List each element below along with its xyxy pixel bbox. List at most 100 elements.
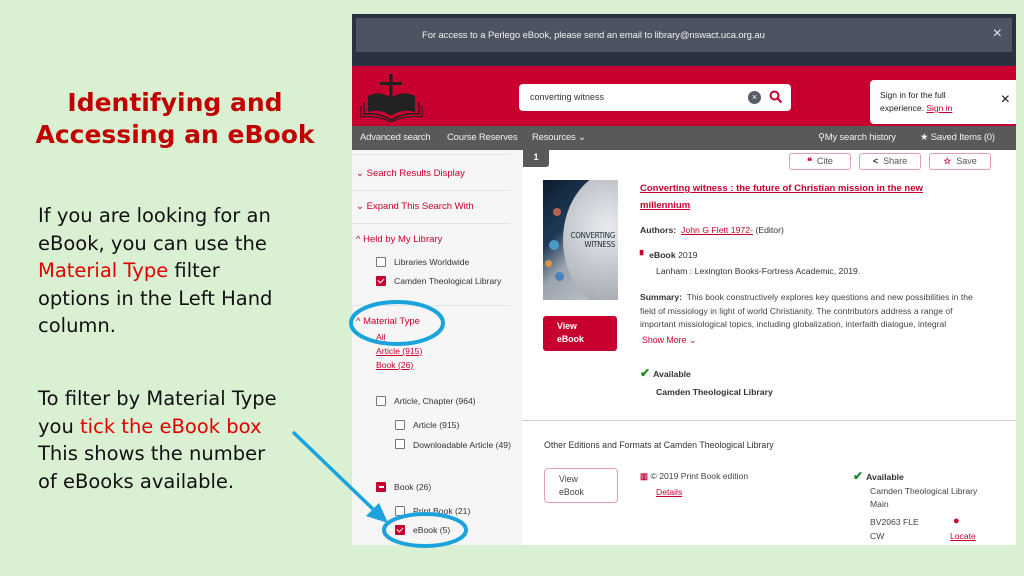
- facet-search-results-display[interactable]: ⌄ Search Results Display: [356, 168, 465, 179]
- search-input[interactable]: converting witness ×: [519, 84, 791, 111]
- share-icon: <: [872, 156, 879, 166]
- facet-label: Search Results Display: [366, 168, 465, 179]
- nav-bar: Advanced search Course Reserves Resource…: [352, 126, 1016, 150]
- nav-saved-items-label: Saved Items (0): [930, 132, 995, 143]
- filter-libraries-worldwide[interactable]: Libraries Worldwide: [376, 257, 469, 267]
- nav-course-reserves[interactable]: Course Reserves: [447, 132, 518, 143]
- filter-article-chapter[interactable]: Article, Chapter (964): [376, 396, 476, 406]
- chevron-down-icon: ⌄: [356, 201, 367, 212]
- cite-button[interactable]: ❝ Cite: [789, 153, 851, 170]
- nav-resources-label: Resources: [532, 132, 576, 143]
- quote-icon: ❝: [807, 156, 812, 166]
- check-icon: ✔: [640, 366, 651, 380]
- library-catalog-screenshot: For access to a Perlego eBook, please se…: [352, 14, 1016, 545]
- availability-status: ✔ Available: [640, 366, 691, 380]
- format-label: eBook: [649, 250, 676, 260]
- checkbox[interactable]: [395, 506, 405, 516]
- facet-sidebar: ⌄ Search Results Display ⌄ Expand This S…: [352, 150, 522, 545]
- checkbox[interactable]: [395, 420, 405, 430]
- para2-line: of eBooks available.: [38, 469, 235, 493]
- summary: Summary: This book constructively explor…: [640, 291, 988, 332]
- share-button[interactable]: < Share: [859, 153, 921, 170]
- search-value[interactable]: converting witness: [530, 92, 604, 102]
- other-editions-heading: Other Editions and Formats at Camden The…: [544, 440, 774, 450]
- filter-ebook[interactable]: eBook (5): [395, 525, 450, 535]
- call-number-line1: BV2063 FLE: [870, 517, 919, 527]
- instruction-paragraph-2: To filter by Material Type you tick the …: [38, 385, 338, 495]
- save-button[interactable]: ☆ Save: [929, 153, 991, 170]
- view-ebook-button-secondary[interactable]: View eBook: [544, 468, 618, 503]
- signin-link[interactable]: Sign in: [926, 103, 952, 113]
- cover-title: CONVERTING WITNESS: [570, 231, 616, 249]
- para1-line: options in the Left Hand: [38, 286, 273, 310]
- material-type-highlight: Material Type: [38, 259, 169, 282]
- filter-downloadable-article[interactable]: Downloadable Article (49): [395, 439, 515, 452]
- site-header: converting witness × Sign in for the ful…: [352, 66, 1016, 126]
- edition-label: © 2019 Print Book edition: [650, 471, 749, 481]
- check-icon: ✔: [853, 469, 864, 483]
- view-ebook-button[interactable]: View eBook: [543, 316, 617, 351]
- material-link-all[interactable]: All: [376, 332, 386, 342]
- nav-search-history-label: My search history: [824, 132, 896, 143]
- filter-camden[interactable]: Camden Theological Library: [376, 276, 501, 286]
- facet-material-type[interactable]: ^ Material Type: [356, 316, 420, 327]
- summary-text: This book constructively explores key qu…: [640, 292, 973, 330]
- material-link-book[interactable]: Book (26): [376, 360, 413, 370]
- chevron-down-icon: ⌄: [688, 335, 697, 345]
- nav-advanced-search[interactable]: Advanced search: [360, 132, 431, 143]
- checkbox-checked[interactable]: [376, 276, 386, 286]
- author-link[interactable]: John G Flett 1972-: [681, 225, 753, 235]
- signin-prompt: Sign in for the full experience. Sign in…: [870, 80, 1016, 124]
- holding-library: Camden Theological Library: [656, 387, 773, 397]
- result-list: 1 ❝ Cite < Share ☆ Save CONVERTING WITNESS …: [522, 149, 1016, 545]
- filter-book[interactable]: Book (26): [376, 482, 431, 492]
- show-more-link[interactable]: Show More ⌄: [642, 335, 696, 346]
- checkbox-partial[interactable]: [376, 482, 386, 492]
- book-cover[interactable]: CONVERTING WITNESS: [543, 180, 618, 300]
- checkbox-checked[interactable]: [395, 525, 405, 535]
- slide-title: Identifying and Accessing an eBook: [20, 87, 330, 151]
- material-link-article[interactable]: Article (915): [376, 346, 422, 356]
- edition-availability: ✔ Available: [853, 469, 904, 483]
- edition-line: ▥ © 2019 Print Book edition: [640, 471, 748, 482]
- filter-label: Downloadable Article (49): [413, 440, 511, 450]
- checkbox[interactable]: [376, 257, 386, 267]
- clear-search-icon[interactable]: ×: [748, 91, 761, 104]
- availability-label: Available: [866, 472, 904, 482]
- checkbox[interactable]: [395, 439, 405, 449]
- para1-line: column.: [38, 314, 116, 337]
- format-line: ▘ eBook 2019: [640, 250, 697, 261]
- filter-label: Print Book (21): [413, 506, 471, 516]
- slide-title-line2: Accessing an eBook: [35, 120, 315, 149]
- location-pin-icon: ●: [953, 515, 960, 527]
- facet-label: Held by My Library: [363, 234, 443, 245]
- slide-title-line1: Identifying and: [67, 88, 283, 117]
- facet-held-by-library[interactable]: ^ Held by My Library: [356, 234, 442, 245]
- record-title-link[interactable]: Converting witness : the future of Chris…: [640, 181, 960, 214]
- filter-article[interactable]: Article (915): [395, 420, 459, 430]
- save-label: Save: [956, 156, 977, 166]
- nav-resources[interactable]: Resources ⌄: [532, 132, 586, 143]
- banner-text: For access to a Perlego eBook, please se…: [422, 29, 765, 41]
- close-icon[interactable]: ×: [993, 25, 1002, 43]
- close-icon[interactable]: ×: [1001, 91, 1010, 109]
- chevron-down-icon: ⌄: [578, 132, 586, 143]
- locate-link[interactable]: Locate: [950, 531, 976, 541]
- filter-print-book[interactable]: Print Book (21): [395, 506, 470, 516]
- para1-line: Material Type filter: [38, 257, 338, 285]
- details-link[interactable]: Details: [656, 487, 682, 497]
- print-book-icon: ▥: [640, 471, 649, 481]
- facet-expand-search[interactable]: ⌄ Expand This Search With: [356, 201, 474, 212]
- para1-text: filter: [168, 259, 220, 282]
- checkbox[interactable]: [376, 396, 386, 406]
- share-label: Share: [883, 156, 908, 166]
- notice-banner: For access to a Perlego eBook, please se…: [352, 14, 1016, 66]
- filter-label: Article, Chapter (964): [394, 396, 476, 406]
- summary-label: Summary:: [640, 292, 683, 302]
- search-icon[interactable]: [769, 90, 783, 104]
- filter-label: Libraries Worldwide: [394, 257, 470, 267]
- search-icon: ⚲: [818, 132, 825, 143]
- nav-search-history[interactable]: ⚲My search history: [818, 132, 896, 143]
- library-logo-icon[interactable]: [358, 70, 428, 122]
- nav-saved-items[interactable]: ★ Saved Items (0): [920, 132, 995, 143]
